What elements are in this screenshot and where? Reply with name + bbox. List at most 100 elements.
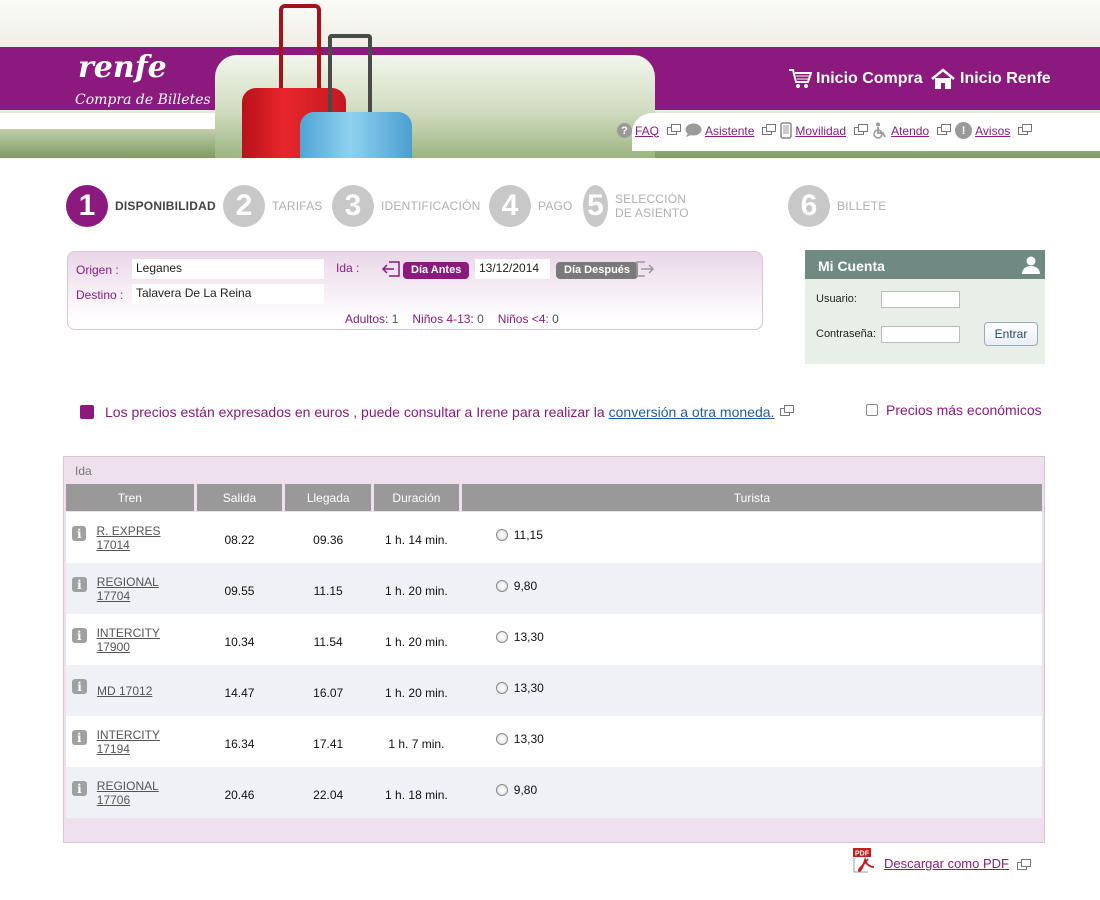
train-link[interactable]: REGIONAL 17706 — [97, 779, 194, 807]
adults-value: 1 — [391, 312, 399, 326]
link-movilidad[interactable]: Movilidad — [780, 122, 869, 139]
link-label[interactable]: Atendo — [891, 124, 929, 138]
account-header: Mi Cuenta — [805, 250, 1045, 279]
duration-cell: 1 h. 18 min. — [385, 787, 448, 802]
train-link[interactable]: R. EXPRES 17014 — [96, 524, 193, 552]
currency-notice: Los precios están expresados en euros , … — [80, 404, 795, 420]
link-asistente[interactable]: Asistente — [685, 123, 777, 138]
home-icon — [931, 68, 955, 89]
notice-text: Los precios están expresados en euros , … — [105, 404, 605, 420]
train-link[interactable]: REGIONAL 17704 — [97, 575, 194, 603]
table-row[interactable]: i INTERCITY 17900 10.34 11.54 1 h. 20 min. 13… — [66, 614, 1042, 665]
arrival-cell: 16.07 — [313, 685, 344, 700]
info-icon[interactable]: i — [72, 628, 87, 643]
cheapest-prices-option[interactable]: Precios más económicos — [866, 402, 1042, 418]
step-number: 4 — [489, 185, 531, 227]
cart-icon — [789, 69, 812, 88]
arrow-right-icon[interactable] — [635, 260, 655, 278]
step-label: DISPONIBILIDAD — [115, 199, 216, 213]
column-header: Tren — [66, 484, 194, 511]
step-billete: 6 BILLETE — [788, 185, 886, 227]
nav-label: Inicio Compra — [816, 70, 923, 87]
svg-text:PDF: PDF — [855, 851, 870, 858]
link-label[interactable]: Movilidad — [795, 124, 846, 138]
link-label[interactable]: FAQ — [635, 124, 659, 138]
pdf-download-link[interactable]: Descargar como PDF — [884, 856, 1009, 871]
cheapest-prices-checkbox[interactable] — [866, 404, 878, 416]
price-value: 13,30 — [513, 629, 544, 644]
info-icon[interactable]: i — [72, 526, 87, 541]
nav-inicio-renfe[interactable]: Inicio Renfe — [930, 68, 1051, 90]
train-link[interactable]: INTERCITY 17194 — [97, 728, 194, 756]
pdf-download[interactable]: PDF Descargar como PDF — [852, 847, 1031, 873]
fare-radio[interactable] — [495, 579, 508, 592]
step-number: 2 — [223, 185, 265, 227]
departure-cell: 10.34 — [224, 634, 255, 649]
origin-field: Leganes — [132, 259, 324, 279]
info-icon[interactable]: i — [72, 781, 87, 796]
table-row[interactable]: i REGIONAL 17704 09.55 11.15 1 h. 20 min. 9,8… — [66, 563, 1042, 614]
mobile-icon — [780, 122, 793, 139]
username-input[interactable] — [881, 291, 960, 308]
link-faq[interactable]: ? FAQ — [617, 123, 682, 138]
info-icon[interactable]: i — [72, 730, 87, 745]
train-cell: i R. EXPRES 17014 — [66, 512, 194, 563]
password-input[interactable] — [881, 326, 960, 343]
table-row[interactable]: i MD 17012 14.47 16.07 1 h. 20 min. 13,30 — [66, 665, 1042, 716]
search-summary: Origen : Leganes Destino : Talavera De L… — [67, 251, 763, 330]
username-label: Usuario: — [816, 293, 857, 305]
fare-radio[interactable] — [495, 681, 508, 694]
price-value: 13,30 — [513, 731, 544, 746]
login-button[interactable]: Entrar — [984, 322, 1038, 346]
password-label: Contraseña: — [816, 328, 876, 340]
header: renfe Compra de Billetes Inicio Compra I… — [0, 0, 1100, 158]
renfe-logo[interactable]: renfe — [78, 50, 167, 85]
info-icon[interactable]: i — [72, 577, 87, 592]
fare-radio[interactable] — [495, 783, 508, 796]
children-label: Niños 4-13: — [412, 312, 474, 326]
currency-conversion-link[interactable]: conversión a otra moneda. — [609, 404, 775, 420]
step-disponibilidad: 1 DISPONIBILIDAD — [66, 185, 216, 227]
origin-label: Origen : — [76, 263, 119, 277]
table-row[interactable]: i REGIONAL 17706 20.46 22.04 1 h. 18 min. 9,8… — [66, 767, 1042, 818]
train-link[interactable]: INTERCITY 17900 — [97, 626, 194, 654]
price-value: 9,80 — [513, 782, 538, 797]
train-link[interactable]: MD 17012 — [97, 684, 152, 698]
table-row[interactable]: i R. EXPRES 17014 08.22 09.36 1 h. 14 min. 11… — [66, 512, 1042, 563]
fare-radio[interactable] — [495, 528, 508, 541]
prev-day-button[interactable]: Día Antes — [403, 262, 470, 279]
departure-cell: 09.55 — [224, 583, 255, 598]
duration-cell: 1 h. 20 min. — [385, 634, 448, 649]
column-header: Salida — [196, 484, 283, 511]
cheapest-prices-label: Precios más económicos — [886, 402, 1042, 418]
price-value: 9,80 — [513, 578, 538, 593]
train-cell: i MD 17012 — [66, 665, 194, 716]
table-row[interactable]: i INTERCITY 17194 16.34 17.41 1 h. 7 min. 13,… — [66, 716, 1042, 767]
price-value: 13,30 — [513, 680, 544, 695]
info-icon[interactable]: i — [72, 679, 87, 694]
account-panel: Mi Cuenta Usuario: Contraseña: Entrar — [805, 250, 1045, 364]
step-number: 1 — [66, 185, 108, 227]
link-avisos[interactable]: ! Avisos — [955, 122, 1033, 139]
link-label[interactable]: Asistente — [705, 124, 754, 138]
infants: Niños <4: 0 — [498, 312, 559, 326]
fare-radio[interactable] — [495, 630, 508, 643]
next-day-button[interactable]: Día Después — [556, 262, 639, 279]
arrival-cell: 09.36 — [313, 532, 344, 547]
nav-inicio-compra[interactable]: Inicio Compra — [788, 68, 923, 90]
destination-field: Talavera De La Reina — [132, 284, 324, 304]
new-window-icon — [762, 123, 777, 135]
question-icon: ? — [617, 123, 632, 138]
new-window-icon — [937, 123, 952, 135]
arrow-left-icon[interactable] — [381, 260, 401, 278]
step-number: 5 — [583, 185, 608, 227]
train-cell: i REGIONAL 17706 — [66, 767, 194, 818]
step-number: 6 — [788, 185, 830, 227]
link-label[interactable]: Avisos — [975, 124, 1010, 138]
link-atendo[interactable]: Atendo — [872, 122, 952, 139]
account-title: Mi Cuenta — [818, 258, 885, 274]
infants-label: Niños <4: — [497, 312, 549, 326]
results-panel: Ida Tren Salida Llegada Duración Turista… — [63, 456, 1045, 843]
fare-radio[interactable] — [495, 732, 508, 745]
column-header: Llegada — [285, 484, 372, 511]
